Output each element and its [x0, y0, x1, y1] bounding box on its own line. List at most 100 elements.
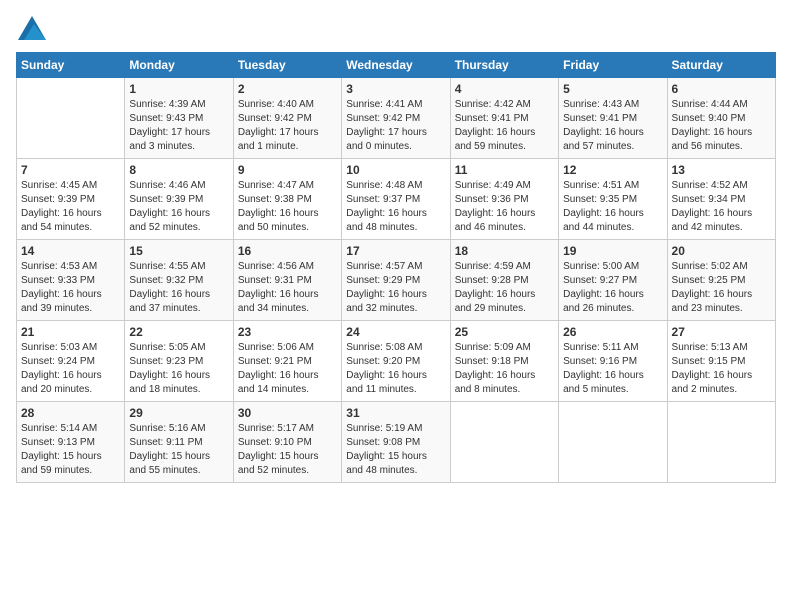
day-cell: 8Sunrise: 4:46 AM Sunset: 9:39 PM Daylig… — [125, 159, 233, 240]
week-row-5: 28Sunrise: 5:14 AM Sunset: 9:13 PM Dayli… — [17, 402, 776, 483]
day-cell: 2Sunrise: 4:40 AM Sunset: 9:42 PM Daylig… — [233, 78, 341, 159]
header-cell-thursday: Thursday — [450, 53, 558, 78]
calendar-container: SundayMondayTuesdayWednesdayThursdayFrid… — [0, 0, 792, 493]
day-info: Sunrise: 4:48 AM Sunset: 9:37 PM Dayligh… — [346, 179, 445, 235]
week-row-2: 7 Sunrise: 4:45 AM Sunset: 9:39 PM Daylig… — [17, 159, 776, 240]
day-number: 14 — [21, 244, 120, 258]
day-info: Sunrise: 5:17 AM Sunset: 9:10 PM Dayligh… — [238, 422, 337, 478]
day-number: 27 — [672, 325, 771, 339]
day-number: 6 — [672, 82, 771, 96]
day-number: 26 — [563, 325, 662, 339]
day-number: 30 — [238, 406, 337, 420]
day-info: Sunrise: 4:59 AM Sunset: 9:28 PM Dayligh… — [455, 260, 554, 316]
logo-icon — [18, 16, 46, 40]
day-info: Sunrise: 4:57 AM Sunset: 9:29 PM Dayligh… — [346, 260, 445, 316]
day-cell: 19 Sunrise: 5:00 AM Sunset: 9:27 PM Dayli… — [559, 240, 667, 321]
day-cell: 24Sunrise: 5:08 AM Sunset: 9:20 PM Dayli… — [342, 321, 450, 402]
day-info: Sunrise: 5:13 AM Sunset: 9:15 PM Dayligh… — [672, 341, 771, 397]
header-cell-friday: Friday — [559, 53, 667, 78]
day-number: 2 — [238, 82, 337, 96]
day-number: 5 — [563, 82, 662, 96]
day-number: 28 — [21, 406, 120, 420]
day-info: Sunrise: 5:06 AM Sunset: 9:21 PM Dayligh… — [238, 341, 337, 397]
day-cell: 25Sunrise: 5:09 AM Sunset: 9:18 PM Dayli… — [450, 321, 558, 402]
header-cell-saturday: Saturday — [667, 53, 775, 78]
day-cell — [559, 402, 667, 483]
day-cell: 4 Sunrise: 4:42 AM Sunset: 9:41 PM Daylig… — [450, 78, 558, 159]
day-info: Sunrise: 4:45 AM Sunset: 9:39 PM Dayligh… — [21, 179, 120, 235]
day-info: Sunrise: 5:03 AM Sunset: 9:24 PM Dayligh… — [21, 341, 120, 397]
day-cell: 5 Sunrise: 4:43 AM Sunset: 9:41 PM Daylig… — [559, 78, 667, 159]
header-row: SundayMondayTuesdayWednesdayThursdayFrid… — [17, 53, 776, 78]
day-number: 4 — [455, 82, 554, 96]
week-row-3: 14 Sunrise: 4:53 AM Sunset: 9:33 PM Dayli… — [17, 240, 776, 321]
header-cell-monday: Monday — [125, 53, 233, 78]
day-info: Sunrise: 5:02 AM Sunset: 9:25 PM Dayligh… — [672, 260, 771, 316]
logo — [16, 16, 46, 40]
day-info: Sunrise: 5:19 AM Sunset: 9:08 PM Dayligh… — [346, 422, 445, 478]
day-info: Sunrise: 4:41 AM Sunset: 9:42 PM Dayligh… — [346, 98, 445, 154]
day-number: 31 — [346, 406, 445, 420]
day-cell: 11 Sunrise: 4:49 AM Sunset: 9:36 PM Dayli… — [450, 159, 558, 240]
day-number: 3 — [346, 82, 445, 96]
day-number: 8 — [129, 163, 228, 177]
day-cell: 7 Sunrise: 4:45 AM Sunset: 9:39 PM Daylig… — [17, 159, 125, 240]
day-info: Sunrise: 4:42 AM Sunset: 9:41 PM Dayligh… — [455, 98, 554, 154]
day-number: 19 — [563, 244, 662, 258]
day-number: 10 — [346, 163, 445, 177]
day-cell: 21 Sunrise: 5:03 AM Sunset: 9:24 PM Dayli… — [17, 321, 125, 402]
day-number: 25 — [455, 325, 554, 339]
day-info: Sunrise: 5:00 AM Sunset: 9:27 PM Dayligh… — [563, 260, 662, 316]
header-cell-sunday: Sunday — [17, 53, 125, 78]
header-cell-wednesday: Wednesday — [342, 53, 450, 78]
day-number: 18 — [455, 244, 554, 258]
day-number: 21 — [21, 325, 120, 339]
day-number: 24 — [346, 325, 445, 339]
day-info: Sunrise: 4:53 AM Sunset: 9:33 PM Dayligh… — [21, 260, 120, 316]
day-info: Sunrise: 4:39 AM Sunset: 9:43 PM Dayligh… — [129, 98, 228, 154]
day-cell — [450, 402, 558, 483]
day-number: 23 — [238, 325, 337, 339]
day-number: 1 — [129, 82, 228, 96]
day-cell: 14 Sunrise: 4:53 AM Sunset: 9:33 PM Dayli… — [17, 240, 125, 321]
day-cell: 23 Sunrise: 5:06 AM Sunset: 9:21 PM Dayli… — [233, 321, 341, 402]
day-info: Sunrise: 4:52 AM Sunset: 9:34 PM Dayligh… — [672, 179, 771, 235]
day-number: 13 — [672, 163, 771, 177]
day-number: 11 — [455, 163, 554, 177]
day-number: 29 — [129, 406, 228, 420]
day-info: Sunrise: 5:05 AM Sunset: 9:23 PM Dayligh… — [129, 341, 228, 397]
day-cell: 15 Sunrise: 4:55 AM Sunset: 9:32 PM Dayli… — [125, 240, 233, 321]
day-info: Sunrise: 4:51 AM Sunset: 9:35 PM Dayligh… — [563, 179, 662, 235]
day-cell: 9Sunrise: 4:47 AM Sunset: 9:38 PM Daylig… — [233, 159, 341, 240]
day-cell: 20 Sunrise: 5:02 AM Sunset: 9:25 PM Dayli… — [667, 240, 775, 321]
day-info: Sunrise: 4:49 AM Sunset: 9:36 PM Dayligh… — [455, 179, 554, 235]
header — [16, 16, 776, 40]
day-cell — [17, 78, 125, 159]
day-info: Sunrise: 4:55 AM Sunset: 9:32 PM Dayligh… — [129, 260, 228, 316]
header-cell-tuesday: Tuesday — [233, 53, 341, 78]
day-cell: 13 Sunrise: 4:52 AM Sunset: 9:34 PM Dayli… — [667, 159, 775, 240]
day-number: 9 — [238, 163, 337, 177]
day-cell: 16Sunrise: 4:56 AM Sunset: 9:31 PM Dayli… — [233, 240, 341, 321]
calendar-table: SundayMondayTuesdayWednesdayThursdayFrid… — [16, 52, 776, 483]
day-cell: 1 Sunrise: 4:39 AM Sunset: 9:43 PM Daylig… — [125, 78, 233, 159]
day-cell: 28Sunrise: 5:14 AM Sunset: 9:13 PM Dayli… — [17, 402, 125, 483]
day-cell: 31 Sunrise: 5:19 AM Sunset: 9:08 PM Dayli… — [342, 402, 450, 483]
day-number: 12 — [563, 163, 662, 177]
day-info: Sunrise: 4:43 AM Sunset: 9:41 PM Dayligh… — [563, 98, 662, 154]
day-cell: 22 Sunrise: 5:05 AM Sunset: 9:23 PM Dayli… — [125, 321, 233, 402]
day-cell: 17 Sunrise: 4:57 AM Sunset: 9:29 PM Dayli… — [342, 240, 450, 321]
week-row-1: 1 Sunrise: 4:39 AM Sunset: 9:43 PM Daylig… — [17, 78, 776, 159]
day-number: 20 — [672, 244, 771, 258]
week-row-4: 21 Sunrise: 5:03 AM Sunset: 9:24 PM Dayli… — [17, 321, 776, 402]
day-number: 22 — [129, 325, 228, 339]
day-info: Sunrise: 5:11 AM Sunset: 9:16 PM Dayligh… — [563, 341, 662, 397]
day-cell: 6 Sunrise: 4:44 AM Sunset: 9:40 PM Daylig… — [667, 78, 775, 159]
day-cell: 10 Sunrise: 4:48 AM Sunset: 9:37 PM Dayli… — [342, 159, 450, 240]
day-number: 15 — [129, 244, 228, 258]
day-number: 7 — [21, 163, 120, 177]
day-cell: 12 Sunrise: 4:51 AM Sunset: 9:35 PM Dayli… — [559, 159, 667, 240]
day-cell: 26 Sunrise: 5:11 AM Sunset: 9:16 PM Dayli… — [559, 321, 667, 402]
day-number: 17 — [346, 244, 445, 258]
day-info: Sunrise: 4:44 AM Sunset: 9:40 PM Dayligh… — [672, 98, 771, 154]
